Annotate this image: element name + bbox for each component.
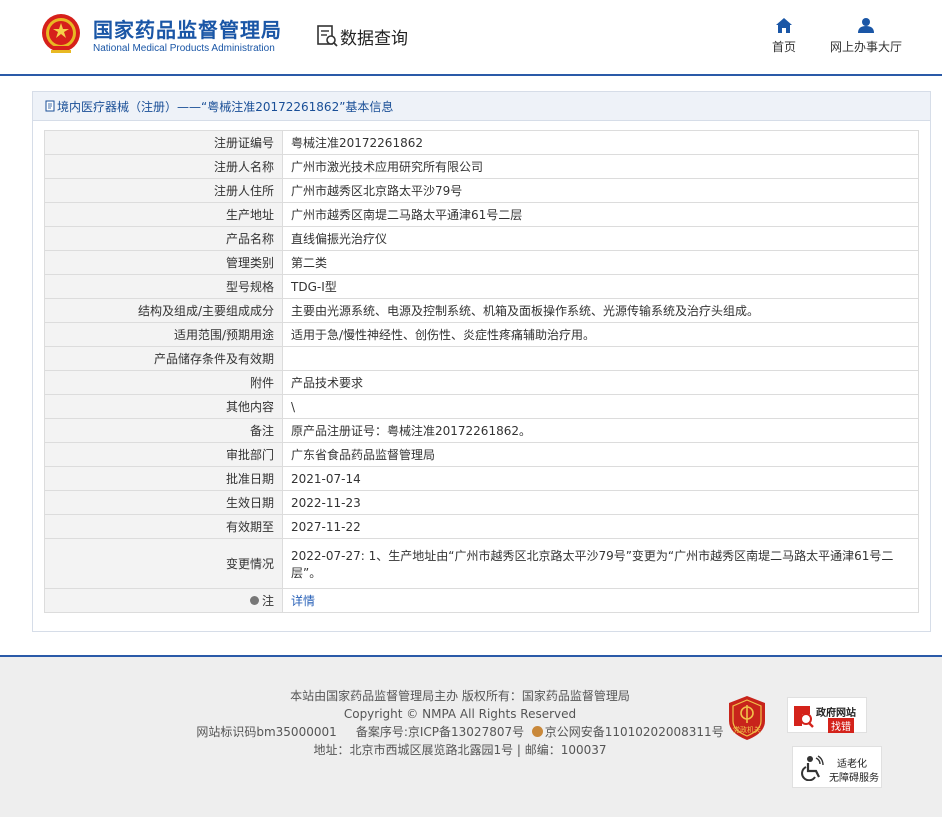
logo-title-cn: 国家药品监督管理局 — [93, 18, 282, 42]
nav-home[interactable]: 首页 — [768, 18, 800, 55]
table-row: 注册证编号 粤械注准20172261862 — [44, 130, 919, 155]
note-label-cell: 注 — [44, 588, 283, 613]
field-value: 产品技术要求 — [282, 370, 919, 395]
field-label: 附件 — [44, 370, 283, 395]
site-identifier: 网站标识码bm35000001 — [196, 725, 337, 739]
note-value-cell: 详情 — [282, 588, 919, 613]
field-label: 审批部门 — [44, 442, 283, 467]
accessibility-service-badge[interactable]: 适老化 无障碍服务 — [792, 746, 882, 788]
field-value: 广州市激光技术应用研究所有限公司 — [282, 154, 919, 179]
table-row: 其他内容 \ — [44, 394, 919, 419]
party-government-badge[interactable]: 党政机关 — [727, 695, 767, 741]
registration-info-table: 注册证编号 粤械注准20172261862 注册人名称 广州市激光技术应用研究所有限… — [44, 130, 919, 613]
field-label: 注册人住所 — [44, 178, 283, 203]
nav-home-label: 首页 — [771, 40, 796, 54]
site-header: 国家药品监督管理局 National Medical Products Admi… — [0, 0, 942, 76]
table-row: 适用范围/预期用途 适用于急/慢性神经性、创伤性、炎症性疼痛辅助治疗用。 — [44, 322, 919, 347]
nav-online-service-hall[interactable]: 网上办事大厅 — [826, 18, 906, 55]
find-error-label: 找错 — [828, 718, 854, 733]
field-value: 粤械注准20172261862 — [282, 130, 919, 155]
national-emblem-icon — [42, 14, 80, 53]
table-row: 注册人名称 广州市激光技术应用研究所有限公司 — [44, 154, 919, 179]
field-label: 产品名称 — [44, 226, 283, 251]
table-row: 有效期至 2027-11-22 — [44, 514, 919, 539]
footer-text: 本站由国家药品监督管理局主办 版权所有：国家药品监督管理局 Copyright … — [150, 687, 770, 759]
table-row: 生效日期 2022-11-23 — [44, 490, 919, 515]
field-label: 变更情况 — [44, 538, 283, 589]
field-label: 备注 — [44, 418, 283, 443]
field-value: 广州市越秀区北京路太平沙79号 — [282, 178, 919, 203]
field-label: 批准日期 — [44, 466, 283, 491]
barrier-free-label: 无障碍服务 — [829, 773, 879, 784]
field-value: 2022-07-27: 1、生产地址由“广州市越秀区北京路太平沙79号”变更为“… — [282, 538, 919, 589]
footer-record-line: 网站标识码bm35000001 备案序号:京ICP备13027807号 京公网安… — [150, 723, 770, 741]
bulb-icon — [249, 596, 259, 605]
field-label: 结构及组成/主要组成成分 — [44, 298, 283, 323]
table-row: 结构及组成/主要组成成分 主要由光源系统、电源及控制系统、机箱及面板操作系统、光源… — [44, 298, 919, 323]
field-value — [282, 346, 919, 371]
icp-record-link[interactable]: 备案序号:京ICP备13027807号 — [356, 725, 524, 739]
party-government-text: 党政机关 — [733, 725, 761, 734]
police-badge-icon — [531, 726, 543, 737]
page-title: 数据查询 — [340, 29, 408, 49]
logo-title-en: National Medical Products Administration — [93, 43, 275, 54]
footer-copyright: Copyright © NMPA All Rights Reserved — [343, 707, 577, 721]
field-value: 适用于急/慢性神经性、创伤性、炎症性疼痛辅助治疗用。 — [282, 322, 919, 347]
site-footer: 本站由国家药品监督管理局主办 版权所有：国家药品监督管理局 Copyright … — [0, 655, 942, 817]
table-row: 型号规格 TDG-Ⅰ型 — [44, 274, 919, 299]
field-label: 注册人名称 — [44, 154, 283, 179]
field-label: 注册证编号 — [44, 130, 283, 155]
basic-info-panel: 境内医疗器械（注册）——“粤械注准20172261862”基本信息 注册证编号粤… — [32, 91, 931, 632]
table-row-note: 注 详情 — [44, 588, 919, 613]
document-search-icon — [317, 25, 338, 47]
gov-site-label: 政府网站 — [816, 708, 856, 719]
table-row: 批准日期 2021-07-14 — [44, 466, 919, 491]
panel-header: 境内医疗器械（注册）——“粤械注准20172261862”基本信息 — [33, 92, 930, 121]
table-row: 生产地址 广州市越秀区南堤二马路太平通津61号二层 — [44, 202, 919, 227]
field-label: 生产地址 — [44, 202, 283, 227]
elderly-friendly-label: 适老化 — [837, 759, 867, 770]
field-label: 管理类别 — [44, 250, 283, 275]
field-value: 2022-11-23 — [282, 490, 919, 515]
table-row: 审批部门 广东省食品药品监督管理局 — [44, 442, 919, 467]
table-row: 产品储存条件及有效期 — [44, 346, 919, 371]
field-label: 产品储存条件及有效期 — [44, 346, 283, 371]
field-label: 生效日期 — [44, 490, 283, 515]
note-label: 注 — [261, 594, 274, 608]
nav-online-service-hall-label: 网上办事大厅 — [829, 40, 902, 54]
field-label: 其他内容 — [44, 394, 283, 419]
field-value: TDG-Ⅰ型 — [282, 274, 919, 299]
user-icon — [858, 18, 874, 33]
field-value: 广州市越秀区南堤二马路太平通津61号二层 — [282, 202, 919, 227]
panel-title: 境内医疗器械（注册）——“粤械注准20172261862”基本信息 — [57, 99, 394, 114]
table-row: 附件 产品技术要求 — [44, 370, 919, 395]
home-icon — [776, 18, 792, 33]
table-row: 产品名称 直线偏振光治疗仪 — [44, 226, 919, 251]
field-label: 适用范围/预期用途 — [44, 322, 283, 347]
public-security-record-link[interactable]: 京公网安备11010202008311号 — [545, 725, 724, 739]
table-row: 变更情况 2022-07-27: 1、生产地址由“广州市越秀区北京路太平沙79号”… — [44, 538, 919, 589]
field-value: 直线偏振光治疗仪 — [282, 226, 919, 251]
field-value: 主要由光源系统、电源及控制系统、机箱及面板操作系统、光源传输系统及治疗头组成。 — [282, 298, 919, 323]
field-label: 有效期至 — [44, 514, 283, 539]
field-value: 2027-11-22 — [282, 514, 919, 539]
wheelchair-icon — [801, 755, 824, 781]
footer-address: 地址：北京市西城区展览路北露园1号 | 邮编：100037 — [313, 743, 607, 757]
party-government-icon: 党政机关 — [729, 696, 765, 740]
field-value: 2021-07-14 — [282, 466, 919, 491]
footer-sponsor: 本站由国家药品监督管理局主办 版权所有：国家药品监督管理局 — [290, 689, 630, 703]
field-label: 型号规格 — [44, 274, 283, 299]
field-value: 原产品注册证号：粤械注准20172261862。 — [282, 418, 919, 443]
table-row: 管理类别 第二类 — [44, 250, 919, 275]
error-report-icon — [794, 706, 814, 728]
gov-site-error-report-badge[interactable]: 政府网站 找错 — [787, 697, 867, 733]
table-row: 注册人住所 广州市越秀区北京路太平沙79号 — [44, 178, 919, 203]
document-icon — [45, 100, 55, 112]
details-link[interactable]: 详情 — [291, 594, 315, 608]
field-value: 广东省食品药品监督管理局 — [282, 442, 919, 467]
table-row: 备注 原产品注册证号：粤械注准20172261862。 — [44, 418, 919, 443]
field-value: \ — [282, 394, 919, 419]
field-value: 第二类 — [282, 250, 919, 275]
